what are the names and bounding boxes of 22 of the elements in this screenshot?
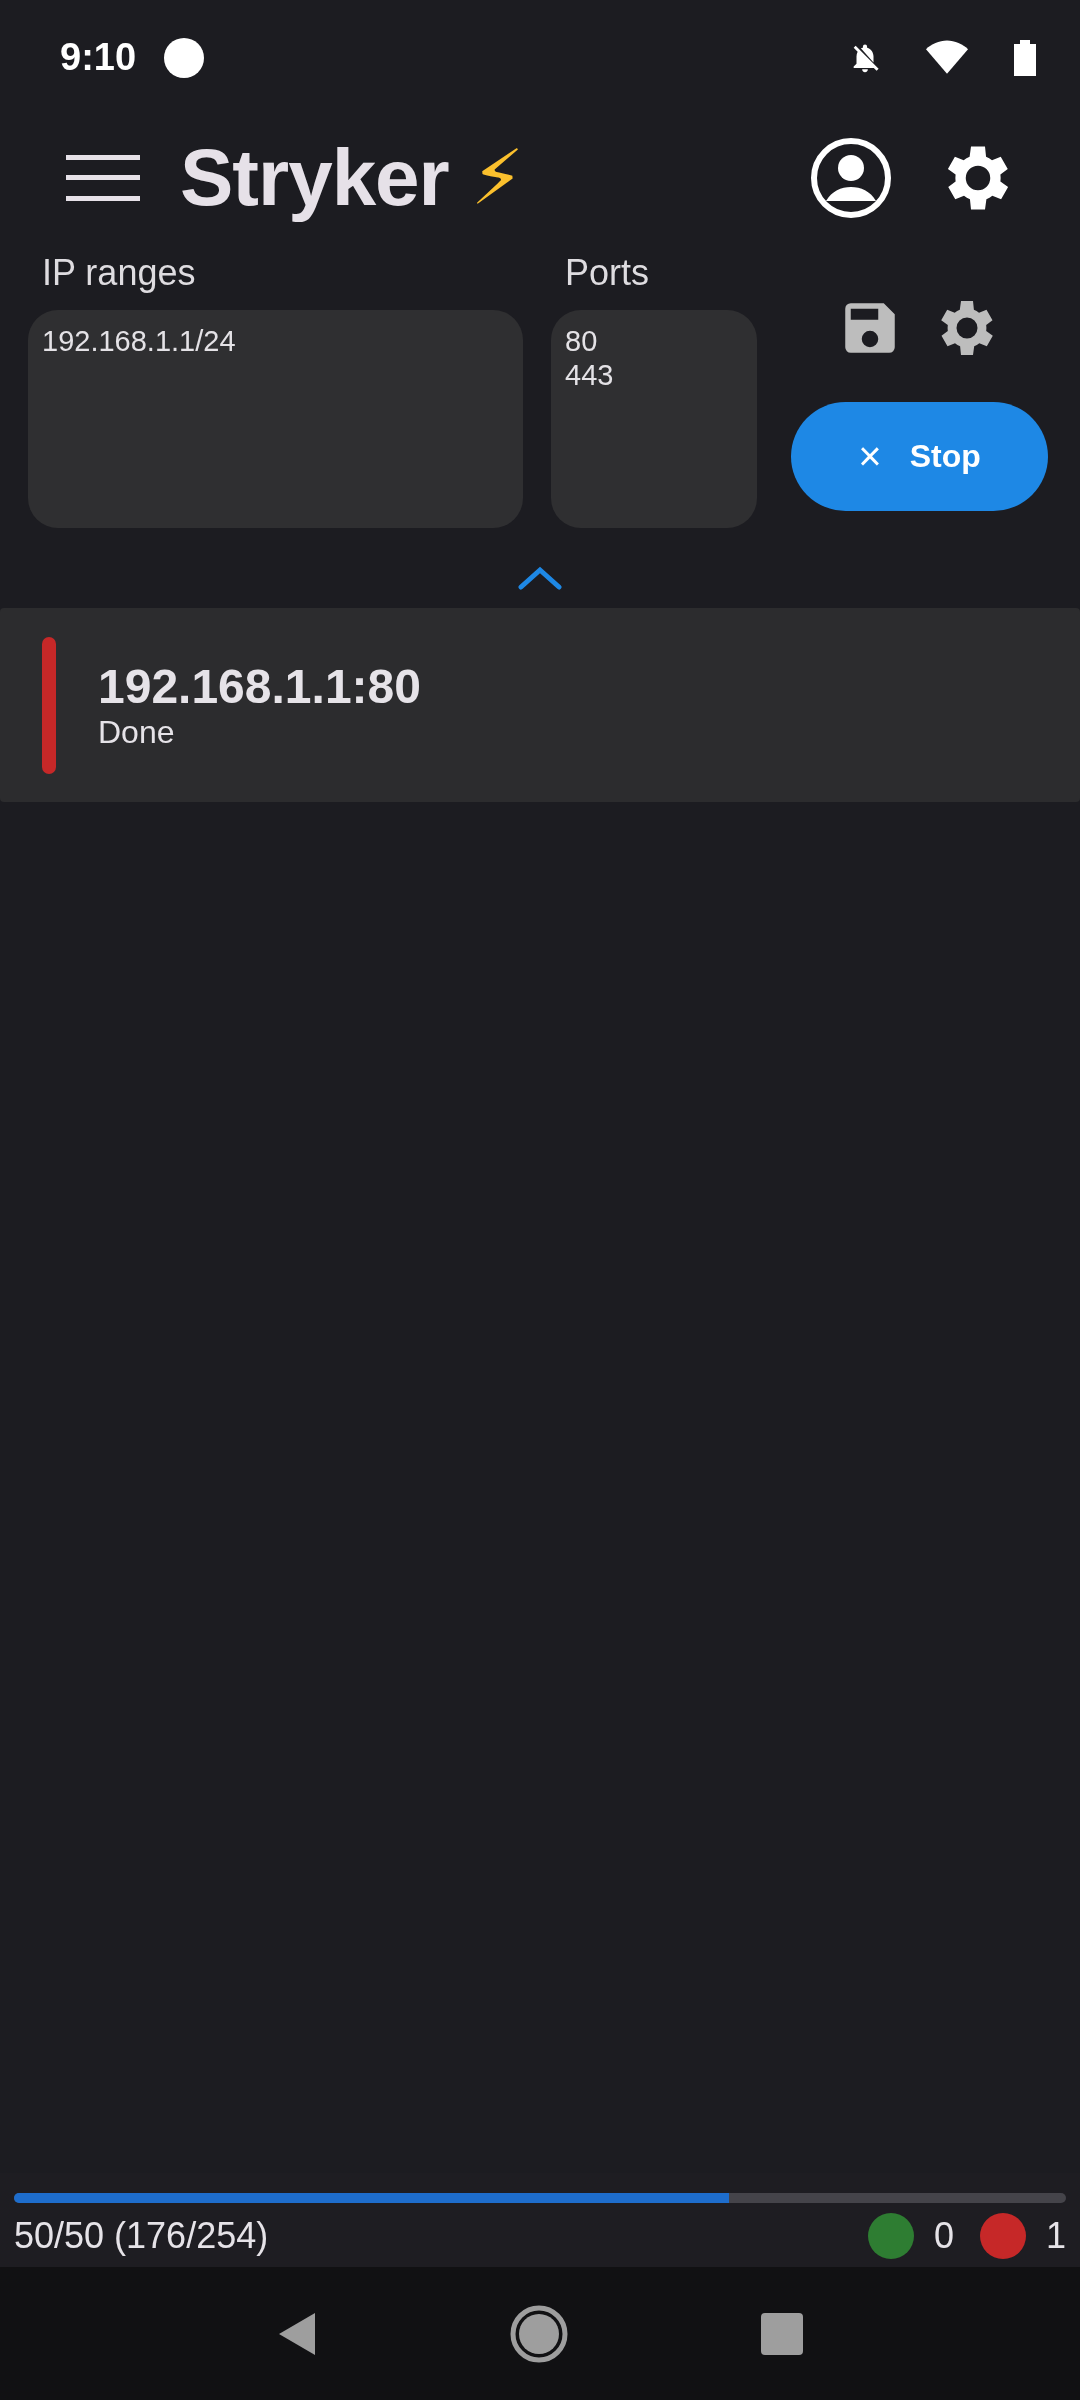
status-count: 1 bbox=[1045, 2215, 1066, 2257]
menu-icon[interactable] bbox=[66, 152, 140, 203]
result-address: 192.168.1.1:80 bbox=[98, 659, 421, 714]
wifi-icon bbox=[926, 39, 968, 76]
notification-dot-icon bbox=[164, 37, 205, 78]
stop-button[interactable]: × Stop bbox=[791, 402, 1048, 511]
home-icon[interactable] bbox=[510, 2304, 568, 2363]
recents-icon[interactable] bbox=[761, 2312, 804, 2355]
progress-text: 50/50 (176/254) bbox=[14, 2215, 270, 2257]
ip-ranges-field[interactable]: 192.168.1.1/24 bbox=[28, 310, 523, 528]
chevron-up-icon[interactable] bbox=[518, 566, 562, 590]
ports-field[interactable]: 80 443 bbox=[551, 310, 757, 528]
status-count: 0 bbox=[933, 2215, 954, 2257]
result-status: Done bbox=[98, 714, 176, 751]
ip-ranges-label: IP ranges bbox=[41, 252, 197, 292]
battery-icon bbox=[1014, 39, 1036, 76]
result-card[interactable]: 192.168.1.1:80 Done bbox=[0, 608, 1080, 802]
lightning-emoji: ⚡ bbox=[470, 133, 525, 222]
status-time: 9:10 bbox=[60, 36, 137, 79]
account-icon[interactable] bbox=[810, 136, 892, 219]
ports-label: Ports bbox=[564, 252, 651, 292]
app-title: Stryker bbox=[180, 131, 449, 224]
